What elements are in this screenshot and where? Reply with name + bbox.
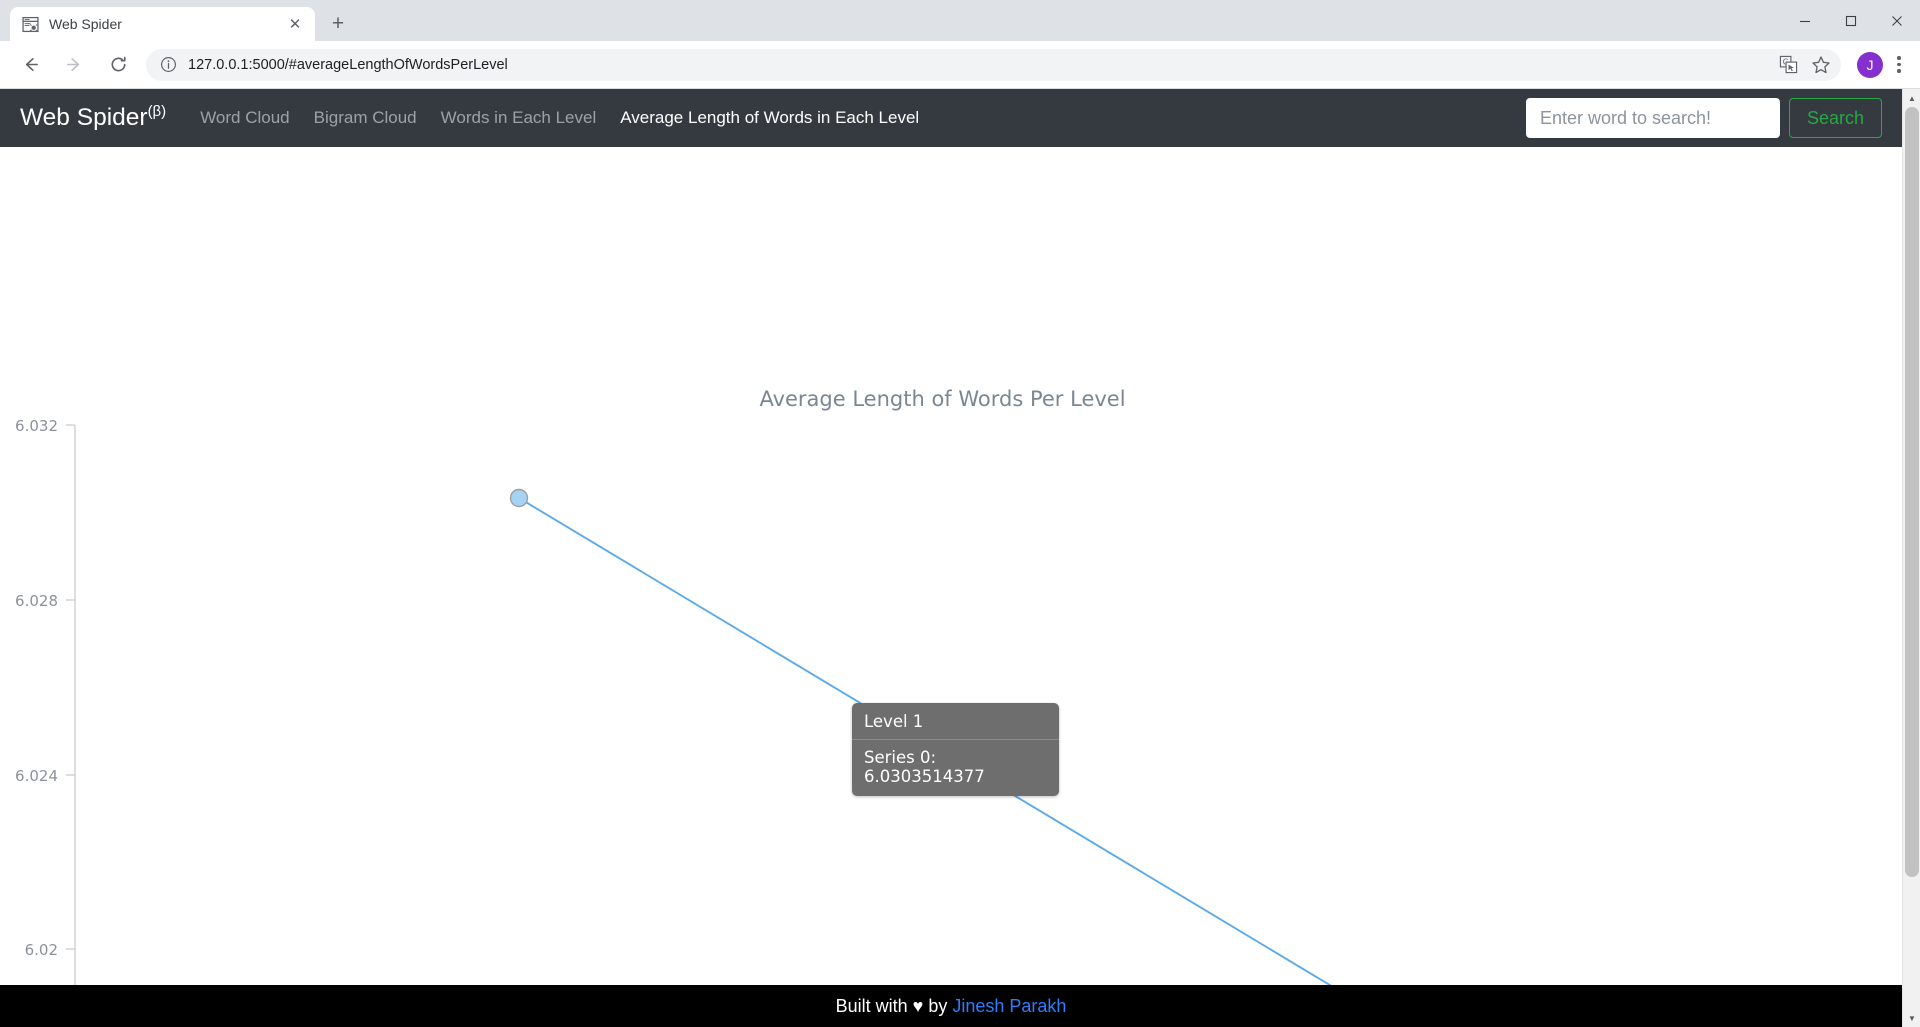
search-form: Search xyxy=(1525,98,1882,138)
url-text: 127.0.0.1:5000/#averageLengthOfWordsPerL… xyxy=(188,56,508,73)
info-circle-icon[interactable] xyxy=(160,56,177,73)
page-scrollbar[interactable]: ▲ ▼ xyxy=(1902,89,1920,1027)
browser-tab[interactable]: Web Spider ✕ xyxy=(10,7,315,41)
star-icon[interactable] xyxy=(1811,55,1831,75)
y-axis-ticks xyxy=(66,424,75,950)
avatar[interactable]: J xyxy=(1857,51,1883,78)
page-viewport: Web Spider(β) Word Cloud Bigram Cloud Wo… xyxy=(0,89,1920,1027)
forward-arrow-icon xyxy=(57,48,91,82)
scroll-thumb[interactable] xyxy=(1905,107,1919,877)
nav-link-bigram-cloud[interactable]: Bigram Cloud xyxy=(302,100,429,136)
brand-logo[interactable]: Web Spider(β) xyxy=(20,103,166,132)
browser-window: Web Spider ✕ + 127.0.0.1:5000/#averageLe… xyxy=(0,0,1920,1027)
nav-links: Word Cloud Bigram Cloud Words in Each Le… xyxy=(188,100,931,136)
page-content: Average Length of Words Per Level 6.032 xyxy=(0,147,1902,1027)
search-input[interactable] xyxy=(1525,98,1780,138)
address-bar[interactable]: 127.0.0.1:5000/#averageLengthOfWordsPerL… xyxy=(146,48,1841,81)
data-point-level-1[interactable] xyxy=(509,488,529,508)
y-tick-0: 6.032 xyxy=(15,417,58,435)
brand-beta: (β) xyxy=(147,103,167,121)
tab-title: Web Spider xyxy=(49,16,122,32)
heart-icon: ♥ xyxy=(912,995,924,1016)
scroll-down-arrow[interactable]: ▼ xyxy=(1903,1009,1920,1027)
webpage-spider-icon xyxy=(22,16,39,32)
omnibox-actions: G xyxy=(1779,55,1831,75)
scroll-up-arrow[interactable]: ▲ xyxy=(1903,89,1920,107)
three-dots-menu-icon[interactable] xyxy=(1886,48,1912,82)
minimize-icon[interactable] xyxy=(1782,0,1828,41)
browser-titlebar: Web Spider ✕ + xyxy=(0,0,1920,41)
tooltip-body: Series 0: 6.0303514377 xyxy=(864,748,985,786)
page-footer: Built with ♥ by Jinesh Parakh xyxy=(0,985,1902,1027)
tab-close-icon[interactable]: ✕ xyxy=(285,14,305,34)
y-tick-3: 6.02 xyxy=(25,941,58,959)
close-icon[interactable] xyxy=(1874,0,1920,41)
tooltip-header: Level 1 xyxy=(852,703,1059,740)
search-button[interactable]: Search xyxy=(1788,98,1882,138)
back-arrow-icon[interactable] xyxy=(13,48,47,82)
reload-icon[interactable] xyxy=(101,48,135,82)
footer-prefix: Built with xyxy=(835,995,908,1016)
window-controls xyxy=(1782,0,1920,41)
y-tick-1: 6.028 xyxy=(15,592,58,610)
chart-container: Average Length of Words Per Level 6.032 xyxy=(0,147,1902,1027)
footer-middle: by xyxy=(928,995,948,1016)
footer-author-link[interactable]: Jinesh Parakh xyxy=(952,996,1066,1017)
chart-tooltip: Level 1 Series 0: 6.0303514377 xyxy=(852,703,1059,796)
translate-icon[interactable]: G xyxy=(1779,55,1798,74)
app-navbar: Web Spider(β) Word Cloud Bigram Cloud Wo… xyxy=(0,89,1902,147)
nav-link-word-cloud[interactable]: Word Cloud xyxy=(188,100,301,136)
brand-name: Web Spider xyxy=(20,104,148,132)
nav-link-average-length-of-words[interactable]: Average Length of Words in Each Level xyxy=(608,100,931,136)
browser-toolbar: 127.0.0.1:5000/#averageLengthOfWordsPerL… xyxy=(0,41,1920,89)
y-tick-2: 6.024 xyxy=(15,767,58,785)
line-chart[interactable]: 6.032 6.028 6.024 6.02 6.016 xyxy=(0,147,1902,1027)
y-axis-tick-labels: 6.032 6.028 6.024 6.02 6.016 xyxy=(15,417,58,959)
nav-link-words-in-each-level[interactable]: Words in Each Level xyxy=(429,100,609,136)
maximize-icon[interactable] xyxy=(1828,0,1874,41)
new-tab-button[interactable]: + xyxy=(321,7,355,41)
